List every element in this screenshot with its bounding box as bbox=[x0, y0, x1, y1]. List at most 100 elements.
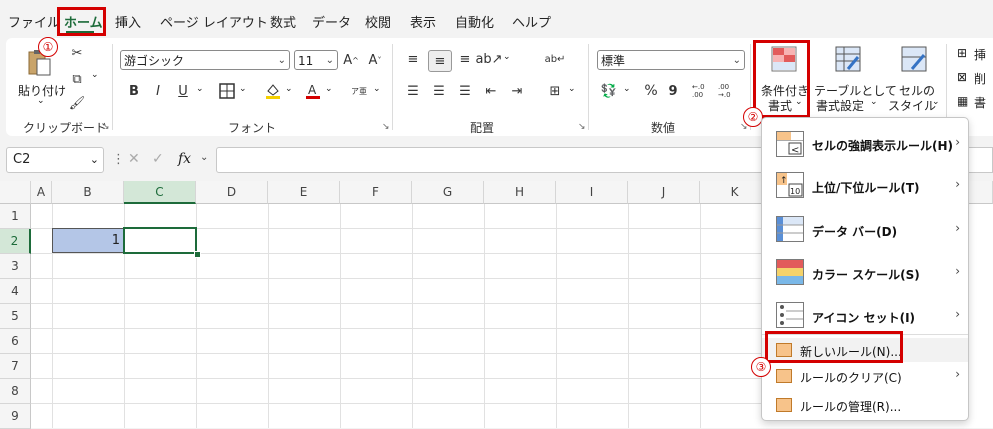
shrink-font-icon[interactable]: A ˅ bbox=[366, 51, 384, 69]
accounting-dropdown-icon[interactable]: ⌄ bbox=[623, 84, 631, 94]
font-color-icon[interactable]: A bbox=[305, 82, 321, 100]
decrease-decimal-icon[interactable]: .00 →.0 bbox=[718, 82, 740, 100]
comma-style-button[interactable]: 9 bbox=[666, 82, 680, 100]
format-as-table-label-2[interactable]: 書式設定 bbox=[816, 97, 864, 114]
italic-button[interactable]: I bbox=[150, 82, 166, 100]
select-all-corner[interactable] bbox=[0, 181, 31, 204]
column-header-a[interactable]: A bbox=[31, 181, 52, 204]
menu-item-color-scales[interactable]: カラー スケール(S) › bbox=[762, 251, 968, 291]
menu-item-icon-sets[interactable]: アイコン セット(I) › bbox=[762, 294, 968, 334]
tab-automate[interactable]: 自動化 bbox=[455, 12, 494, 31]
phonetic-icon[interactable]: ア亜 bbox=[350, 82, 368, 100]
align-middle-icon[interactable]: ≡ bbox=[428, 50, 452, 72]
fill-color-icon[interactable] bbox=[264, 82, 282, 100]
fill-color-dropdown-icon[interactable]: ⌄ bbox=[285, 84, 293, 94]
cell-styles-label-2[interactable]: スタイル bbox=[888, 97, 936, 114]
orientation-dropdown-icon[interactable]: ⌄ bbox=[503, 52, 511, 62]
format-painter-icon[interactable]: 🖌 bbox=[69, 94, 86, 112]
copy-dropdown-icon[interactable]: ⌄ bbox=[91, 70, 99, 80]
paste-dropdown-icon[interactable]: ⌄ bbox=[37, 96, 45, 106]
align-right-icon[interactable]: ☰ bbox=[456, 82, 474, 100]
align-top-icon[interactable]: ≡ bbox=[404, 50, 422, 68]
insert-cells-label[interactable]: 挿 bbox=[974, 46, 986, 63]
borders-dropdown-icon[interactable]: ⌄ bbox=[239, 84, 247, 94]
row-header-3[interactable]: 3 bbox=[0, 254, 31, 279]
decrease-indent-icon[interactable]: ⇤ bbox=[482, 82, 500, 100]
row-header-5[interactable]: 5 bbox=[0, 304, 31, 329]
name-box[interactable]: C2 ⌄ bbox=[6, 147, 104, 173]
wrap-text-icon[interactable]: ab↵ bbox=[545, 50, 566, 68]
font-launcher-icon[interactable]: ↘ bbox=[382, 122, 390, 132]
tab-insert[interactable]: 挿入 bbox=[115, 12, 141, 31]
cell-b2[interactable]: 1 bbox=[52, 228, 124, 253]
delete-cells-icon[interactable]: ⊠ bbox=[957, 70, 967, 84]
column-header-e[interactable]: E bbox=[268, 181, 340, 204]
row-header-8[interactable]: 8 bbox=[0, 379, 31, 404]
font-color-dropdown-icon[interactable]: ⌄ bbox=[325, 84, 333, 94]
cancel-icon[interactable]: ✕ bbox=[128, 151, 140, 167]
tab-view[interactable]: 表示 bbox=[410, 12, 436, 31]
merge-center-icon[interactable]: ⊞ bbox=[546, 82, 564, 100]
insert-function-icon[interactable]: fx bbox=[178, 151, 191, 167]
align-bottom-icon[interactable]: ≡ bbox=[456, 50, 474, 68]
tab-formulas[interactable]: 数式 bbox=[270, 12, 296, 31]
fill-handle[interactable] bbox=[194, 251, 201, 258]
column-header-c[interactable]: C bbox=[124, 181, 196, 204]
menu-item-data-bars[interactable]: データ バー(D) › bbox=[762, 208, 968, 248]
insert-cells-icon[interactable]: ⊞ bbox=[957, 46, 967, 60]
menu-item-clear-rules[interactable]: ルールのクリア(C) › bbox=[762, 364, 968, 388]
column-header-k[interactable]: K bbox=[700, 181, 770, 204]
menu-item-manage-rules[interactable]: ルールの管理(R)... bbox=[762, 393, 968, 417]
align-left-icon[interactable]: ☰ bbox=[404, 82, 422, 100]
copy-icon[interactable]: ⧉ bbox=[69, 70, 85, 88]
increase-indent-icon[interactable]: ⇥ bbox=[508, 82, 526, 100]
format-cells-icon[interactable]: ▦ bbox=[957, 94, 968, 108]
bold-button[interactable]: B bbox=[126, 82, 142, 100]
alignment-launcher-icon[interactable]: ↘ bbox=[578, 122, 586, 132]
row-header-2[interactable]: 2 bbox=[0, 229, 31, 254]
column-header-h[interactable]: H bbox=[484, 181, 556, 204]
column-header-j[interactable]: J bbox=[628, 181, 700, 204]
cell-c2-selected[interactable] bbox=[123, 227, 197, 254]
increase-decimal-icon[interactable]: ←.0 .00 bbox=[692, 82, 714, 100]
delete-cells-label[interactable]: 削 bbox=[974, 70, 986, 87]
underline-button[interactable]: U bbox=[175, 82, 191, 100]
align-center-icon[interactable]: ☰ bbox=[430, 82, 448, 100]
font-size-combo[interactable]: 11 ⌄ bbox=[294, 50, 338, 70]
percent-style-button[interactable]: % bbox=[642, 82, 660, 100]
row-header-4[interactable]: 4 bbox=[0, 279, 31, 304]
column-header-b[interactable]: B bbox=[52, 181, 124, 204]
menu-item-highlight-rules[interactable]: < セルの強調表示ルール(H) › bbox=[762, 124, 968, 164]
grow-font-icon[interactable]: A ^ bbox=[342, 51, 360, 69]
chevron-down-icon[interactable]: ⌄ bbox=[200, 152, 208, 163]
tab-data[interactable]: データ bbox=[312, 12, 351, 31]
tab-review[interactable]: 校閲 bbox=[365, 12, 391, 31]
underline-dropdown-icon[interactable]: ⌄ bbox=[196, 84, 204, 94]
tab-page-layout[interactable]: ページ レイアウト bbox=[160, 12, 268, 31]
row-header-1[interactable]: 1 bbox=[0, 204, 31, 229]
column-header-d[interactable]: D bbox=[196, 181, 268, 204]
row-header-9[interactable]: 9 bbox=[0, 404, 31, 429]
cut-icon[interactable]: ✂ bbox=[69, 44, 85, 62]
column-header-f[interactable]: F bbox=[340, 181, 412, 204]
row-header-6[interactable]: 6 bbox=[0, 329, 31, 354]
borders-icon[interactable] bbox=[218, 82, 236, 100]
phonetic-dropdown-icon[interactable]: ⌄ bbox=[373, 84, 381, 94]
accounting-format-icon[interactable]: 💱 bbox=[600, 82, 618, 100]
merge-dropdown-icon[interactable]: ⌄ bbox=[568, 84, 576, 94]
orientation-icon[interactable]: ab↗ bbox=[475, 50, 502, 68]
row-header-7[interactable]: 7 bbox=[0, 354, 31, 379]
clipboard-launcher-icon[interactable]: ↘ bbox=[102, 122, 110, 132]
cell-styles-icon[interactable] bbox=[899, 44, 929, 74]
tab-file[interactable]: ファイル bbox=[8, 12, 60, 31]
column-header-g[interactable]: G bbox=[412, 181, 484, 204]
format-cells-label[interactable]: 書 bbox=[974, 94, 986, 111]
enter-icon[interactable]: ✓ bbox=[152, 151, 164, 167]
menu-item-top-bottom-rules[interactable]: ↑ 10 上位/下位ルール(T) › bbox=[762, 164, 968, 204]
tab-help[interactable]: ヘルプ bbox=[512, 12, 551, 31]
column-header-i[interactable]: I bbox=[556, 181, 628, 204]
format-as-table-icon[interactable] bbox=[833, 44, 863, 74]
number-format-combo[interactable]: 標準 ⌄ bbox=[597, 50, 745, 70]
manage-rules-icon bbox=[776, 398, 792, 412]
font-name-combo[interactable]: 游ゴシック ⌄ bbox=[120, 50, 290, 70]
